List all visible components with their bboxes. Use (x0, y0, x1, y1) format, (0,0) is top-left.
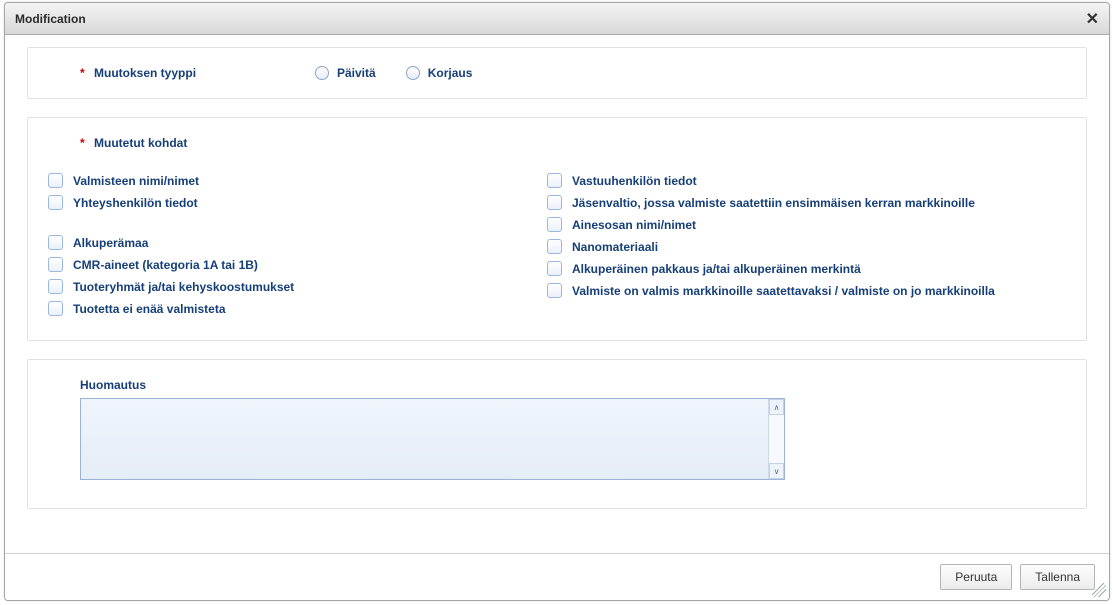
checkbox[interactable] (48, 301, 63, 316)
changed-items-left-column: Valmisteen nimi/nimet Yhteyshenkilön tied… (48, 168, 547, 322)
checkbox[interactable] (48, 235, 63, 250)
remark-panel: Huomautus ∧ ∨ (27, 359, 1087, 509)
scroll-up-icon[interactable]: ∧ (769, 399, 784, 415)
checkbox-row: Jäsenvaltio, jossa valmiste saatettiin e… (547, 194, 1046, 212)
dialog-footer: Peruuta Tallenna (5, 553, 1109, 600)
changed-items-label: Muutetut kohdat (94, 136, 187, 150)
remark-textarea[interactable]: ∧ ∨ (80, 398, 785, 480)
checkbox-row: Alkuperäinen pakkaus ja/tai alkuperäinen… (547, 260, 1046, 278)
checkbox-row: Valmiste on valmis markkinoille saatetta… (547, 282, 1046, 300)
checkbox-row: Tuotetta ei enää valmisteta (48, 300, 547, 318)
checkbox-row: Nanomateriaali (547, 238, 1046, 256)
radio-correction[interactable] (406, 66, 420, 80)
checkbox-row: Tuoteryhmät ja/tai kehyskoostumukset (48, 278, 547, 296)
resize-grip[interactable] (1092, 583, 1106, 597)
modification-type-label: Muutoksen tyyppi (94, 66, 196, 80)
checkbox[interactable] (547, 261, 562, 276)
checkbox-row: CMR-aineet (kategoria 1A tai 1B) (48, 256, 547, 274)
radio-update[interactable] (315, 66, 329, 80)
dialog-body-scroll[interactable]: * Muutoksen tyyppi Päivitä Korjaus * Muu… (5, 35, 1109, 553)
checkbox-label: Yhteyshenkilön tiedot (73, 194, 198, 212)
checkbox[interactable] (48, 257, 63, 272)
checkbox-row: Ainesosan nimi/nimet (547, 216, 1046, 234)
checkbox[interactable] (547, 173, 562, 188)
checkbox-label: Valmisteen nimi/nimet (73, 172, 199, 190)
modification-dialog: Modification ✕ * Muutoksen tyyppi Päivit… (4, 2, 1110, 601)
radio-update-label: Päivitä (337, 66, 376, 80)
remark-label: Huomautus (80, 378, 1046, 392)
checkbox-label: Nanomateriaali (572, 238, 658, 256)
checkbox[interactable] (547, 283, 562, 298)
dialog-titlebar: Modification ✕ (5, 3, 1109, 35)
checkbox-label: Tuotetta ei enää valmisteta (73, 300, 226, 318)
checkbox-row: Valmisteen nimi/nimet (48, 172, 547, 190)
checkbox-label: Tuoteryhmät ja/tai kehyskoostumukset (73, 278, 294, 296)
checkbox[interactable] (547, 195, 562, 210)
checkbox-label: CMR-aineet (kategoria 1A tai 1B) (73, 256, 258, 274)
changed-items-right-column: Vastuuhenkilön tiedot Jäsenvaltio, jossa … (547, 168, 1046, 322)
modification-type-panel: * Muutoksen tyyppi Päivitä Korjaus (27, 47, 1087, 99)
remark-scrollbar[interactable]: ∧ ∨ (768, 399, 784, 479)
checkbox-row: Alkuperämaa (48, 234, 547, 252)
scroll-down-icon[interactable]: ∨ (769, 463, 784, 479)
required-star: * (80, 66, 85, 80)
dialog-title: Modification (15, 12, 1086, 26)
checkbox-label: Vastuuhenkilön tiedot (572, 172, 697, 190)
required-star: * (80, 136, 85, 150)
checkbox-label: Alkuperämaa (73, 234, 148, 252)
close-icon[interactable]: ✕ (1086, 9, 1099, 29)
checkbox-label: Jäsenvaltio, jossa valmiste saatettiin e… (572, 194, 975, 212)
radio-correction-label: Korjaus (428, 66, 473, 80)
checkbox-label: Valmiste on valmis markkinoille saatetta… (572, 282, 995, 300)
checkbox-label: Alkuperäinen pakkaus ja/tai alkuperäinen… (572, 260, 861, 278)
save-button[interactable]: Tallenna (1020, 564, 1095, 590)
checkbox[interactable] (547, 217, 562, 232)
checkbox[interactable] (48, 279, 63, 294)
checkbox[interactable] (547, 239, 562, 254)
checkbox[interactable] (48, 173, 63, 188)
checkbox-label: Ainesosan nimi/nimet (572, 216, 696, 234)
changed-items-panel: * Muutetut kohdat Valmisteen nimi/nimet Y… (27, 117, 1087, 341)
checkbox-row: Yhteyshenkilön tiedot (48, 194, 547, 212)
checkbox-row: Vastuuhenkilön tiedot (547, 172, 1046, 190)
checkbox[interactable] (48, 195, 63, 210)
cancel-button[interactable]: Peruuta (940, 564, 1012, 590)
